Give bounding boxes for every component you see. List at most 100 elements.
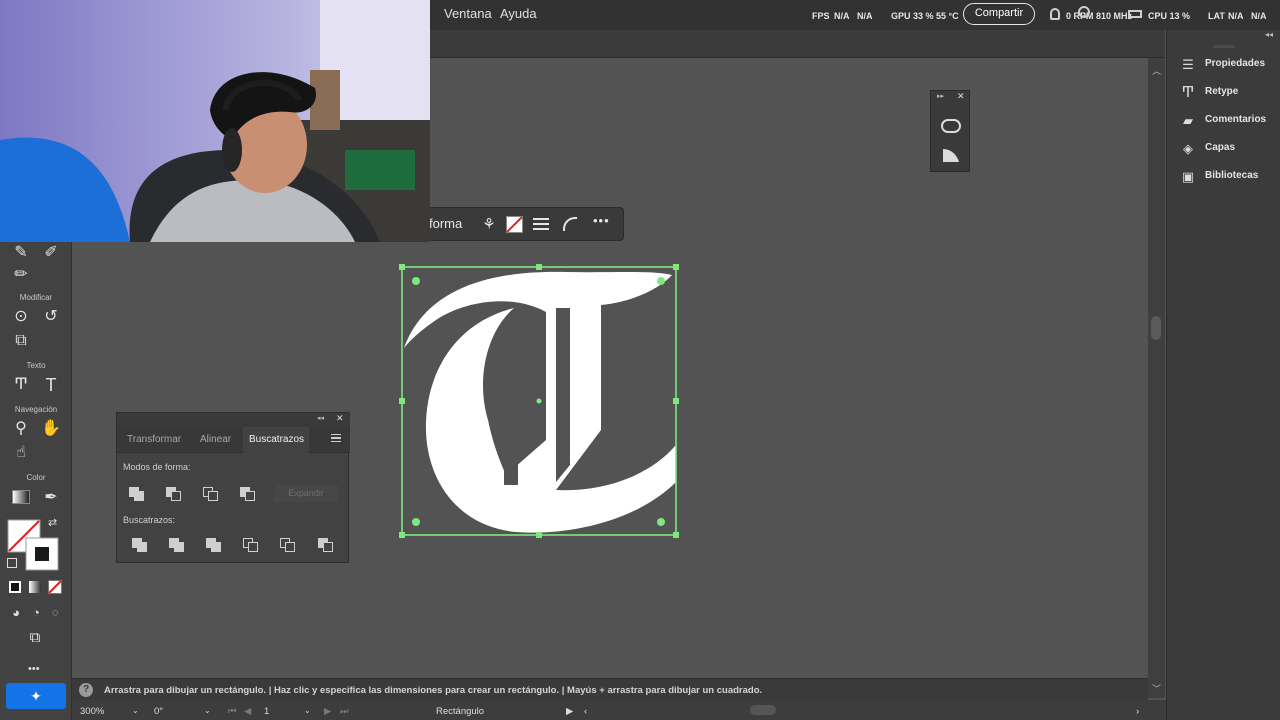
exclude-button[interactable]	[239, 486, 257, 502]
rotate-tool-icon[interactable]: ↺	[40, 306, 62, 328]
help-icon[interactable]: ?	[79, 683, 93, 697]
gradient-panel-icon[interactable]	[942, 147, 960, 163]
color-palette-icon[interactable]	[941, 119, 961, 133]
handle-bottom-right[interactable]	[673, 532, 679, 538]
brush-tool-icon[interactable]: ✎	[10, 242, 32, 264]
rotation-dropdown-icon[interactable]: ⌄	[204, 706, 211, 715]
corner-widget-bottom-left[interactable]	[412, 518, 420, 526]
handle-top-left[interactable]	[399, 264, 405, 270]
collapse-panel-icon[interactable]: ◂◂	[317, 414, 324, 422]
selected-artwork[interactable]	[396, 260, 686, 544]
handle-bottom-center[interactable]	[536, 532, 542, 538]
draw-normal-icon[interactable]: ◕	[5, 602, 27, 624]
rotation-value[interactable]: 0°	[154, 706, 163, 717]
first-artboard-icon[interactable]: ⏮	[228, 706, 237, 717]
corner-widget-top-right[interactable]	[657, 277, 665, 285]
color-section-label: Color	[26, 473, 46, 482]
corner-widget-bottom-right[interactable]	[657, 518, 665, 526]
gradient-tool-icon[interactable]	[12, 490, 30, 504]
pencil-tool-icon[interactable]: ✐	[40, 242, 62, 264]
close-panel-icon[interactable]: ✕	[957, 91, 965, 102]
handle-top-center[interactable]	[536, 264, 542, 270]
next-artboard-icon[interactable]: ▶	[324, 706, 331, 717]
tab-alinear[interactable]: Alinear	[200, 434, 231, 445]
last-artboard-icon[interactable]: ⏭	[340, 706, 349, 717]
dock-item-bibliotecas[interactable]: ▣ Bibliotecas	[1177, 167, 1280, 187]
collapse-dock-icon[interactable]: ◂◂	[1265, 30, 1273, 39]
gradient-mode-icon[interactable]	[29, 581, 41, 593]
default-colors-icon[interactable]	[7, 558, 17, 568]
zoom-dropdown-icon[interactable]: ⌄	[132, 706, 139, 715]
align-menu-icon[interactable]	[532, 216, 550, 232]
more-options-icon[interactable]: •••	[593, 213, 610, 228]
vertical-scrollbar[interactable]: ︿ ﹀	[1148, 58, 1165, 698]
handle-middle-right[interactable]	[673, 398, 679, 404]
panel-menu-icon[interactable]	[331, 434, 341, 442]
menu-ventana[interactable]: Ventana	[444, 6, 492, 21]
hscroll-left-icon[interactable]: ‹	[584, 706, 587, 717]
minus-front-button[interactable]	[165, 486, 183, 502]
horizontal-scroll-thumb[interactable]	[750, 705, 776, 715]
dock-grip[interactable]	[1213, 45, 1235, 48]
swap-colors-icon[interactable]: ⇄	[48, 516, 57, 529]
prev-artboard-icon[interactable]: ◀	[244, 706, 251, 717]
task-bar-label[interactable]: forma	[429, 216, 462, 231]
zoom-tool-icon[interactable]: ⚲	[10, 418, 32, 440]
layers-icon: ◈	[1183, 141, 1193, 156]
artboard-dropdown-icon[interactable]: ⌄	[304, 706, 311, 715]
panel-header[interactable]: ◂◂ ✕	[117, 413, 350, 427]
unite-button[interactable]	[128, 486, 146, 502]
no-fill-swatch-icon[interactable]	[506, 216, 523, 233]
arrange-icon[interactable]	[1128, 10, 1142, 18]
dock-item-capas[interactable]: ◈ Capas	[1177, 139, 1280, 159]
cloud-icon[interactable]	[1050, 8, 1060, 20]
zoom-level[interactable]: 300%	[80, 706, 104, 717]
edit-toolbar-icon[interactable]: •••	[28, 663, 40, 675]
minus-back-button[interactable]	[317, 537, 335, 553]
hand-tool-icon[interactable]: ✋	[40, 418, 62, 440]
dock-item-comentarios[interactable]: ▰ Comentarios	[1177, 111, 1280, 131]
retype-tool-icon[interactable]: Ͳ	[10, 374, 32, 396]
tab-buscatrazos[interactable]: Buscatrazos	[249, 434, 304, 445]
scroll-down-icon[interactable]: ﹀	[1152, 682, 1161, 695]
type-tool-icon[interactable]: T	[40, 374, 62, 396]
dock-item-retype[interactable]: Ͳ Retype	[1177, 83, 1280, 103]
hint-bar: ? Arrastra para dibujar un rectángulo. |…	[72, 678, 1148, 700]
merge-button[interactable]	[205, 537, 223, 553]
rotate-view-icon[interactable]: ☝	[10, 442, 32, 464]
generative-ai-button[interactable]: ✦	[6, 683, 66, 709]
outline-button[interactable]	[279, 537, 297, 553]
eyedropper-tool-icon[interactable]: ✒	[40, 487, 62, 509]
collapse-panel-icon[interactable]: ▸▸	[937, 92, 944, 100]
dock-item-propiedades[interactable]: ☰ Propiedades	[1177, 55, 1280, 75]
curve-icon[interactable]	[563, 217, 577, 231]
search-icon[interactable]	[1078, 6, 1090, 18]
tab-transformar[interactable]: Transformar	[127, 434, 181, 445]
handle-bottom-left[interactable]	[399, 532, 405, 538]
scroll-up-icon[interactable]: ︿	[1152, 64, 1161, 77]
none-mode-icon[interactable]	[48, 580, 62, 594]
expand-button[interactable]: Expandir	[274, 485, 338, 502]
screen-mode-icon[interactable]: ⧉	[24, 627, 46, 649]
close-panel-icon[interactable]: ✕	[336, 413, 344, 424]
hscroll-right-icon[interactable]: ›	[1136, 706, 1139, 717]
crop-button[interactable]	[242, 537, 260, 553]
divide-button[interactable]	[131, 537, 149, 553]
eraser-tool-icon[interactable]: ✏	[10, 264, 32, 286]
artboard-number[interactable]: 1	[264, 706, 269, 717]
handle-middle-left[interactable]	[399, 398, 405, 404]
trim-button[interactable]	[168, 537, 186, 553]
handle-top-right[interactable]	[673, 264, 679, 270]
dock-label: Propiedades	[1205, 58, 1266, 69]
corner-widget-top-left[interactable]	[412, 277, 420, 285]
recolor-icon[interactable]: ⚘	[479, 215, 499, 235]
share-button[interactable]: Compartir	[963, 3, 1035, 25]
intersect-button[interactable]	[202, 486, 220, 502]
scale-tool-icon[interactable]: ⊙	[10, 306, 32, 328]
menu-ayuda[interactable]: Ayuda	[500, 6, 537, 21]
shape-builder-icon[interactable]: ⧉	[10, 330, 32, 352]
scroll-thumb[interactable]	[1151, 316, 1161, 340]
status-menu-icon[interactable]: ▶	[566, 706, 573, 717]
draw-inside-icon[interactable]: ◌	[44, 602, 66, 624]
color-mode-icon[interactable]	[9, 581, 21, 593]
